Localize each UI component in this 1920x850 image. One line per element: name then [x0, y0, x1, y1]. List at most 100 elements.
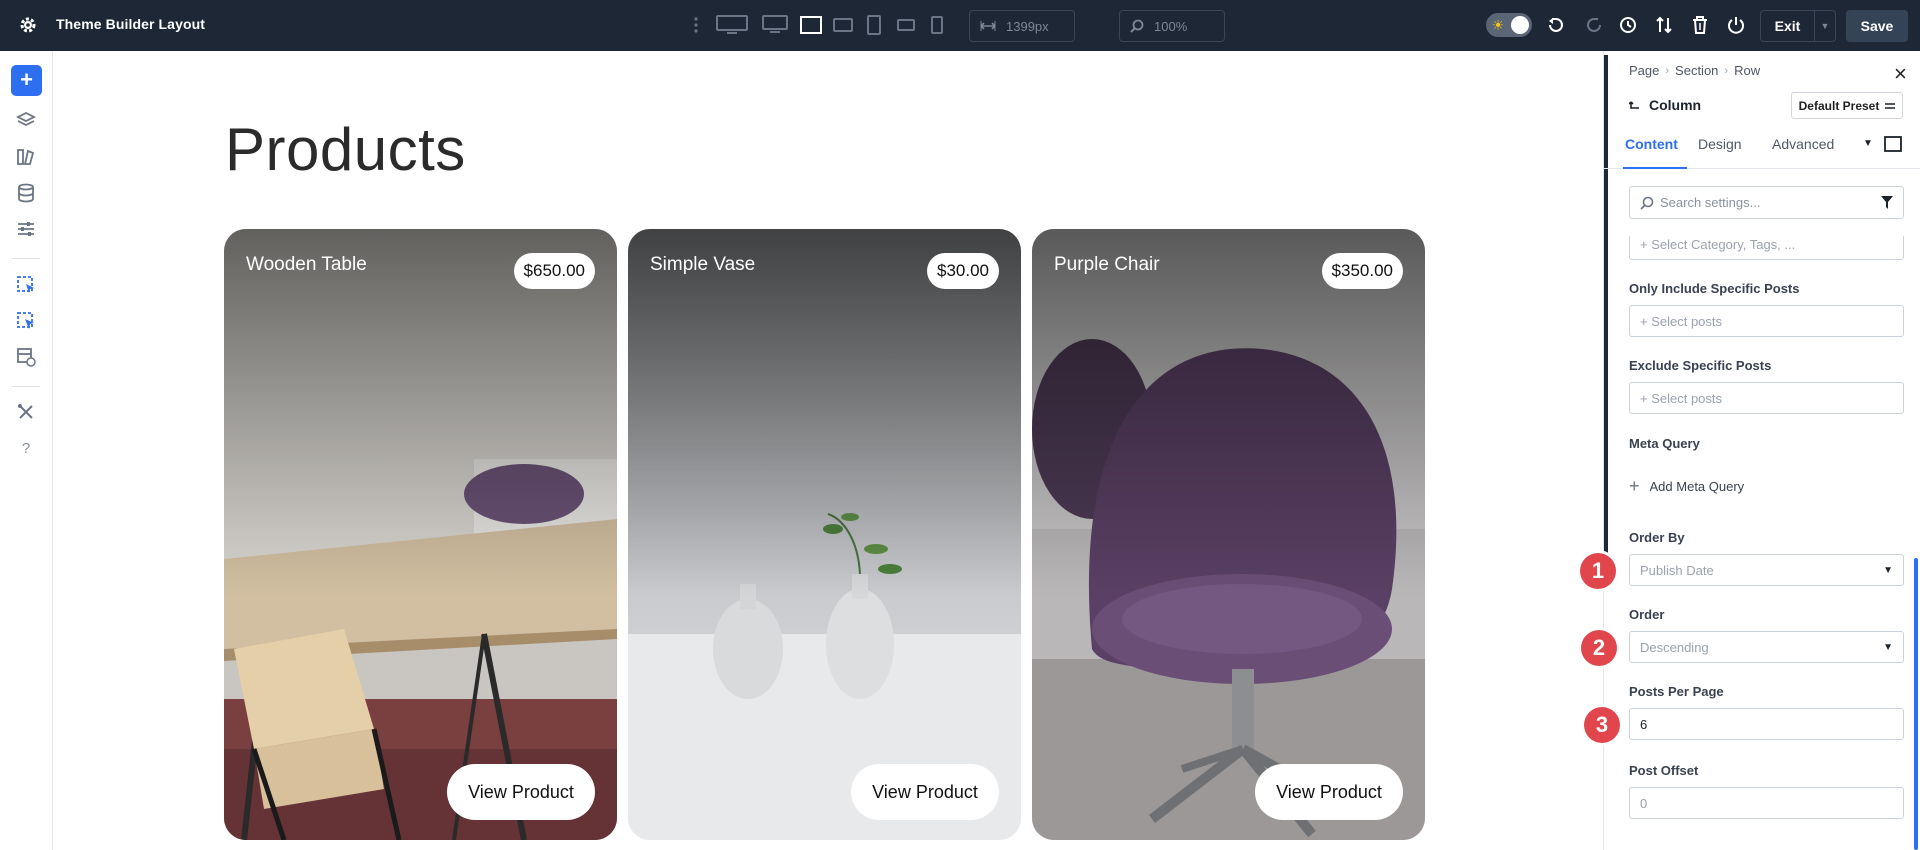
include-posts-select[interactable]: + Select posts [1629, 305, 1904, 337]
panel-title: Column [1629, 97, 1701, 113]
breadcrumb-row[interactable]: Row [1734, 63, 1760, 78]
filter-icon[interactable] [1881, 196, 1893, 209]
panel-scrollbar[interactable] [1914, 558, 1918, 850]
canvas-width-value: 1399px [1006, 18, 1049, 34]
tab-more-dropdown-icon[interactable]: ▼ [1863, 134, 1873, 169]
sun-icon: ☀ [1491, 17, 1505, 33]
trash-icon[interactable] [1690, 13, 1710, 37]
add-meta-query-label: Add Meta Query [1649, 479, 1745, 494]
width-arrows-icon [980, 21, 996, 31]
settings-scroll-area: + Select Category, Tags, ... Only Includ… [1604, 236, 1920, 850]
settings-search-input[interactable]: Search settings... [1629, 186, 1904, 219]
page-heading: Products [225, 116, 466, 183]
product-name: Purple Chair [1054, 254, 1160, 275]
step-badge: 1 [1580, 553, 1616, 589]
order-value: Descending [1640, 639, 1709, 655]
database-icon[interactable] [14, 181, 38, 205]
undo-icon[interactable] [1546, 13, 1566, 37]
breadcrumb-section[interactable]: Section [1675, 63, 1718, 78]
desktop-view-icon[interactable] [762, 13, 788, 37]
order-label: Order [1629, 607, 1665, 622]
order-by-label: Order By [1629, 530, 1685, 545]
preset-label: Default Preset [1798, 98, 1880, 113]
settings-panel: Page › Section › Row × Column Default Pr… [1603, 51, 1920, 850]
zoom-field[interactable]: 100% [1119, 10, 1225, 42]
rail-divider [12, 258, 40, 259]
search-icon [1640, 196, 1654, 210]
exit-button[interactable]: Exit [1760, 10, 1814, 42]
posts-per-page-label: Posts Per Page [1629, 684, 1724, 699]
meta-query-label: Meta Query [1629, 436, 1700, 451]
settings-gear-icon[interactable] [18, 15, 38, 35]
theme-toggle[interactable]: ☀ [1486, 13, 1532, 37]
preset-options-icon [1885, 102, 1896, 109]
chevron-down-icon: ▼ [1883, 565, 1893, 576]
order-select[interactable]: Descending ▼ [1629, 631, 1904, 663]
help-icon[interactable]: ? [14, 436, 38, 460]
zoom-value: 100% [1154, 18, 1188, 34]
power-icon[interactable] [1726, 13, 1746, 37]
toggle-knob [1511, 16, 1529, 34]
product-name: Simple Vase [650, 254, 756, 275]
product-card[interactable]: Purple Chair $350.00 View Product [1032, 229, 1425, 840]
sort-arrows-icon[interactable] [1654, 13, 1674, 37]
preset-selector[interactable]: Default Preset [1791, 92, 1903, 119]
more-vertical-icon[interactable] [690, 13, 702, 37]
redo-icon[interactable] [1584, 13, 1604, 37]
tablet-view-icon[interactable] [867, 13, 881, 37]
order-by-value: Publish Date [1640, 562, 1714, 578]
category-select[interactable]: + Select Category, Tags, ... [1629, 236, 1904, 260]
phone-view-icon[interactable] [931, 13, 943, 37]
view-product-button[interactable]: View Product [447, 764, 595, 820]
breadcrumb-page[interactable]: Page [1629, 63, 1659, 78]
canvas-width-field[interactable]: 1399px [969, 10, 1075, 42]
select-element-icon[interactable] [14, 273, 38, 297]
exit-dropdown-icon[interactable]: ▼ [1814, 10, 1836, 42]
step-badge: 3 [1584, 707, 1620, 743]
post-offset-label: Post Offset [1629, 763, 1699, 778]
view-product-button[interactable]: View Product [851, 764, 999, 820]
view-product-button[interactable]: View Product [1255, 764, 1403, 820]
sliders-icon[interactable] [14, 217, 38, 241]
search-placeholder: Search settings... [1660, 195, 1761, 210]
tab-advanced[interactable]: Advanced [1772, 134, 1834, 169]
exclude-posts-label: Exclude Specific Posts [1629, 358, 1772, 373]
laptop-view-icon[interactable] [800, 13, 822, 37]
product-price-badge: $350.00 [1321, 253, 1403, 289]
zoom-search-icon [1130, 19, 1144, 33]
back-arrow-icon[interactable] [1629, 99, 1641, 111]
tablet-landscape-view-icon[interactable] [833, 13, 853, 37]
order-by-select[interactable]: Publish Date ▼ [1629, 554, 1904, 586]
tools-icon[interactable] [14, 400, 38, 424]
design-library-icon[interactable] [14, 145, 38, 169]
product-name: Wooden Table [246, 254, 367, 275]
post-offset-input[interactable]: 0 [1629, 787, 1904, 819]
product-price-badge: $30.00 [927, 253, 999, 289]
close-panel-icon[interactable]: × [1894, 63, 1907, 85]
include-posts-label: Only Include Specific Posts [1629, 281, 1800, 296]
layers-icon[interactable] [14, 109, 38, 133]
add-meta-query-button[interactable]: + Add Meta Query [1629, 476, 1744, 497]
add-module-button[interactable]: + [11, 65, 42, 96]
history-clock-icon[interactable] [1618, 13, 1638, 37]
panel-tabs: Content Design Advanced ▼ [1604, 134, 1920, 169]
breadcrumb-separator-icon: › [1724, 64, 1729, 77]
tab-content[interactable]: Content [1623, 134, 1687, 169]
multi-select-icon[interactable] [14, 309, 38, 333]
panel-expand-icon[interactable] [1884, 134, 1902, 169]
layout-history-icon[interactable] [14, 345, 38, 369]
product-card[interactable]: Simple Vase $30.00 View Product [628, 229, 1021, 840]
panel-title-text: Column [1649, 97, 1702, 113]
exclude-posts-select[interactable]: + Select posts [1629, 382, 1904, 414]
step-badge: 2 [1581, 630, 1617, 666]
save-button[interactable]: Save [1846, 10, 1908, 42]
tab-design[interactable]: Design [1698, 134, 1742, 169]
phone-landscape-view-icon[interactable] [897, 13, 915, 37]
rail-divider [12, 386, 40, 387]
plus-icon: + [1629, 476, 1640, 496]
posts-per-page-input[interactable]: 6 [1629, 708, 1904, 740]
top-toolbar: Theme Builder Layout 1399px 100% ☀ Exit … [0, 0, 1920, 51]
product-card[interactable]: Wooden Table $650.00 View Product [224, 229, 617, 840]
breadcrumb: Page › Section › Row [1629, 63, 1760, 78]
widescreen-view-icon[interactable] [716, 13, 748, 37]
